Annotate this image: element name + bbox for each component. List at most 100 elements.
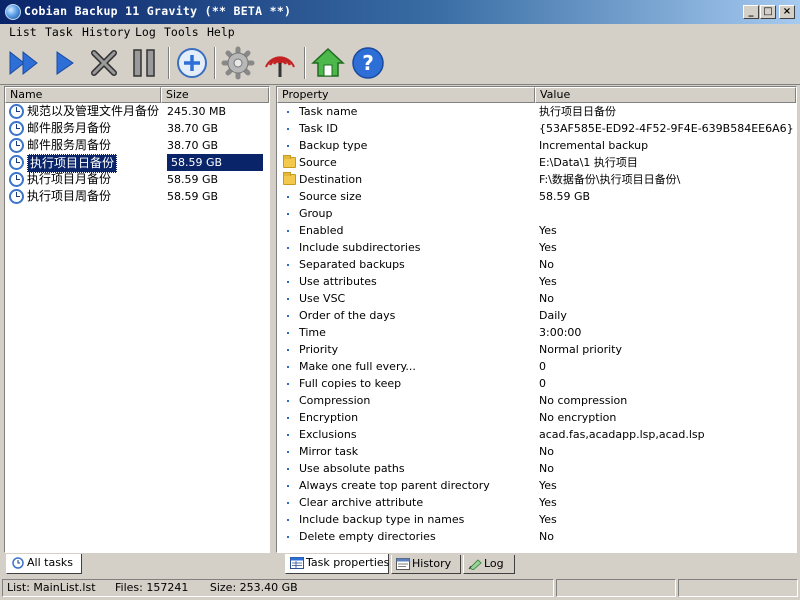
property-row[interactable]: Destination F:\数据备份\执行项目日备份\ [277,171,796,188]
close-button[interactable]: × [779,5,795,19]
bullet-icon [287,519,289,521]
property-value: acad.fas,acadapp.lsp,acad.lsp [539,428,705,441]
property-row[interactable]: Full copies to keep 0 [277,375,796,392]
column-header-size[interactable]: Size [161,87,269,103]
run-selected-task-button[interactable] [46,45,82,81]
task-row[interactable]: 邮件服务月备份 38.70 GB [5,120,269,137]
task-row[interactable]: 执行项目日备份 58.59 GB [5,154,269,173]
property-name: Time [299,326,326,339]
property-row[interactable]: Encryption No encryption [277,409,796,426]
tab-log[interactable]: Log [463,555,515,574]
menu-help[interactable]: Help [207,25,235,39]
property-row[interactable]: Source E:\Data\1 执行项目 [277,154,796,171]
task-name: 执行项目周备份 [27,189,112,203]
settings-button[interactable] [220,45,256,81]
property-row[interactable]: Enabled Yes [277,222,796,239]
task-list-panel[interactable]: Name Size 规范以及管理文件月备份 245.30 MB 邮件服务月备份 38.… [4,86,270,553]
menu-tools[interactable]: Tools [164,25,199,39]
property-value: 0 [539,360,546,373]
property-row[interactable]: Make one full every... 0 [277,358,796,375]
task-size: 58.59 GB [167,190,219,203]
property-row[interactable]: Use absolute paths No [277,460,796,477]
property-row[interactable]: Separated backups No [277,256,796,273]
folder-icon [283,155,296,168]
property-row[interactable]: Backup type Incremental backup [277,137,796,154]
toolbar: ? [0,43,800,85]
property-row[interactable]: Use attributes Yes [277,273,796,290]
property-row[interactable]: Use VSC No [277,290,796,307]
run-all-tasks-button[interactable] [6,45,42,81]
task-size: 58.59 GB [167,173,219,186]
property-row[interactable]: Include backup type in names Yes [277,511,796,528]
toolbar-separator [214,47,216,79]
menu-history[interactable]: History [82,25,130,39]
tab-history[interactable]: History [391,555,461,574]
menu-task[interactable]: Task [45,25,73,39]
gear-icon [221,46,255,80]
property-row[interactable]: Group [277,205,796,222]
task-name: 邮件服务月备份 [27,121,112,135]
tab-all-tasks[interactable]: All tasks [6,554,82,574]
property-value: No [539,292,554,305]
menu-bar: List Task History Log Tools Help [0,24,800,43]
folder-icon [283,172,296,185]
bullet-icon [287,383,289,385]
property-row[interactable]: Priority Normal priority [277,341,796,358]
property-row[interactable]: Source size 58.59 GB [277,188,796,205]
cancel-button[interactable] [86,45,122,81]
property-name: Mirror task [299,445,359,458]
properties-panel[interactable]: Property Value Task name 执行项目日备份 Task ID {5… [276,86,797,553]
property-row[interactable]: Exclusions acad.fas,acadapp.lsp,acad.lsp [277,426,796,443]
bullet-icon [287,502,289,504]
property-row[interactable]: Time 3:00:00 [277,324,796,341]
property-value: Daily [539,309,567,322]
property-name: Full copies to keep [299,377,402,390]
column-header-name[interactable]: Name [5,87,161,103]
bullet-icon [287,264,289,266]
property-row[interactable]: Always create top parent directory Yes [277,477,796,494]
minimize-button[interactable]: _ [743,5,759,19]
property-row[interactable]: Include subdirectories Yes [277,239,796,256]
property-row[interactable]: Task ID {53AF585E-ED92-4F52-9F4E-639B584E… [277,120,796,137]
task-row[interactable]: 规范以及管理文件月备份 245.30 MB [5,103,269,120]
property-row[interactable]: Clear archive attribute Yes [277,494,796,511]
property-row[interactable]: Order of the days Daily [277,307,796,324]
pause-button[interactable] [126,45,162,81]
property-row[interactable]: Compression No compression [277,392,796,409]
property-value: Yes [539,496,557,509]
clock-icon [9,189,24,204]
bullet-icon [287,111,289,113]
tab-task-properties[interactable]: Task properties [285,554,389,574]
property-row[interactable]: Delete empty directories No [277,528,796,545]
property-value: Yes [539,224,557,237]
remote-button[interactable] [262,45,298,81]
home-button[interactable] [310,45,346,81]
task-size: 245.30 MB [167,105,227,118]
bullet-icon [287,451,289,453]
double-play-icon [9,50,38,76]
property-row[interactable]: Mirror task No [277,443,796,460]
column-header-value[interactable]: Value [535,87,796,103]
tab-label: History [412,557,452,570]
property-name: Compression [299,394,371,407]
task-row[interactable]: 邮件服务周备份 38.70 GB [5,137,269,154]
property-value: {53AF585E-ED92-4F52-9F4E-639B584EE6A6} [539,122,794,135]
clock-icon [9,104,24,119]
property-name: Group [299,207,333,220]
column-header-property[interactable]: Property [277,87,535,103]
task-row[interactable]: 执行项目月备份 58.59 GB [5,171,269,188]
menu-list[interactable]: List [9,25,37,39]
bullet-icon [287,536,289,538]
task-row[interactable]: 执行项目周备份 58.59 GB [5,188,269,205]
antenna-icon [265,56,295,77]
bullet-icon [287,366,289,368]
help-button[interactable]: ? [350,45,386,81]
maximize-button[interactable]: □ [760,5,776,19]
property-row[interactable]: Task name 执行项目日备份 [277,103,796,120]
property-name: Include subdirectories [299,241,421,254]
play-icon [56,51,74,75]
menu-log[interactable]: Log [135,25,156,39]
title-bar: Cobian Backup 11 Gravity (** BETA **) _ … [0,0,800,24]
property-value: Yes [539,513,557,526]
add-task-button[interactable] [174,45,210,81]
